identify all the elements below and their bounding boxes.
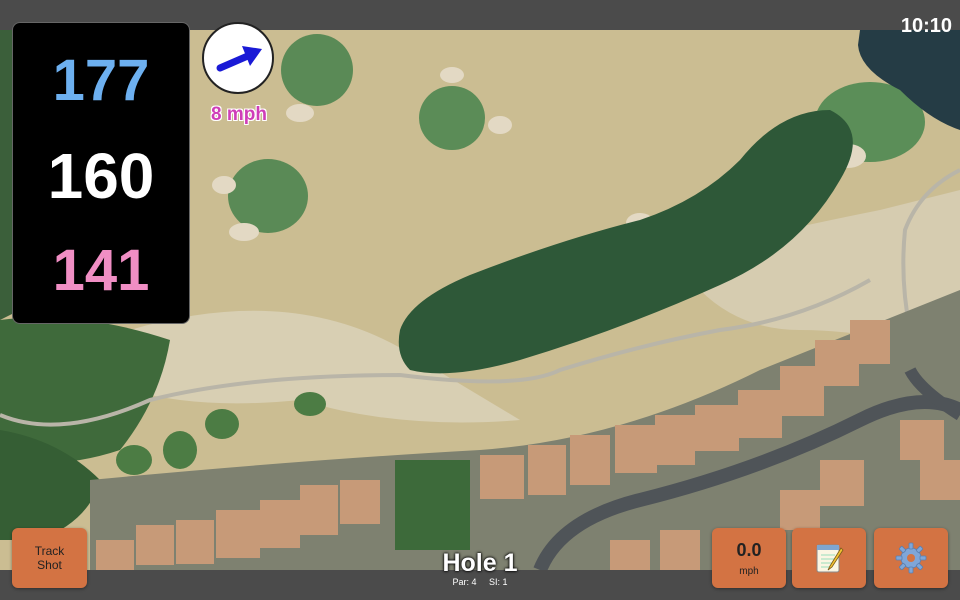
- hole-stroke-index: SI: 1: [489, 577, 508, 587]
- track-shot-label-line1: Track: [34, 544, 65, 558]
- wind-arrow-icon: [216, 46, 262, 72]
- wind-speed-unit: mph: [739, 565, 759, 577]
- hole-info: Par: 4 SI: 1: [380, 577, 580, 587]
- settings-button[interactable]: [874, 528, 948, 588]
- wind-speed-value: 0.0: [736, 539, 762, 560]
- front-distance: 141: [52, 238, 150, 303]
- hole-title: Hole 1: [442, 549, 518, 577]
- distance-panel[interactable]: 177 160 141: [12, 22, 190, 324]
- back-distance: 177: [52, 48, 150, 113]
- track-shot-button[interactable]: Track Shot: [12, 528, 87, 588]
- clock-time: 10:10: [900, 15, 952, 37]
- track-shot-label-line2: Shot: [37, 558, 62, 572]
- notes-button[interactable]: [792, 528, 866, 588]
- notepad-icon: [816, 544, 844, 573]
- wind-direction-indicator: [202, 22, 274, 94]
- wind-speed-button[interactable]: 0.0 mph: [712, 528, 786, 588]
- gear-icon: [895, 542, 927, 574]
- wind-speed-label: 8 mph: [211, 104, 267, 125]
- middle-distance: 160: [47, 140, 155, 212]
- hole-par: Par: 4: [452, 577, 477, 587]
